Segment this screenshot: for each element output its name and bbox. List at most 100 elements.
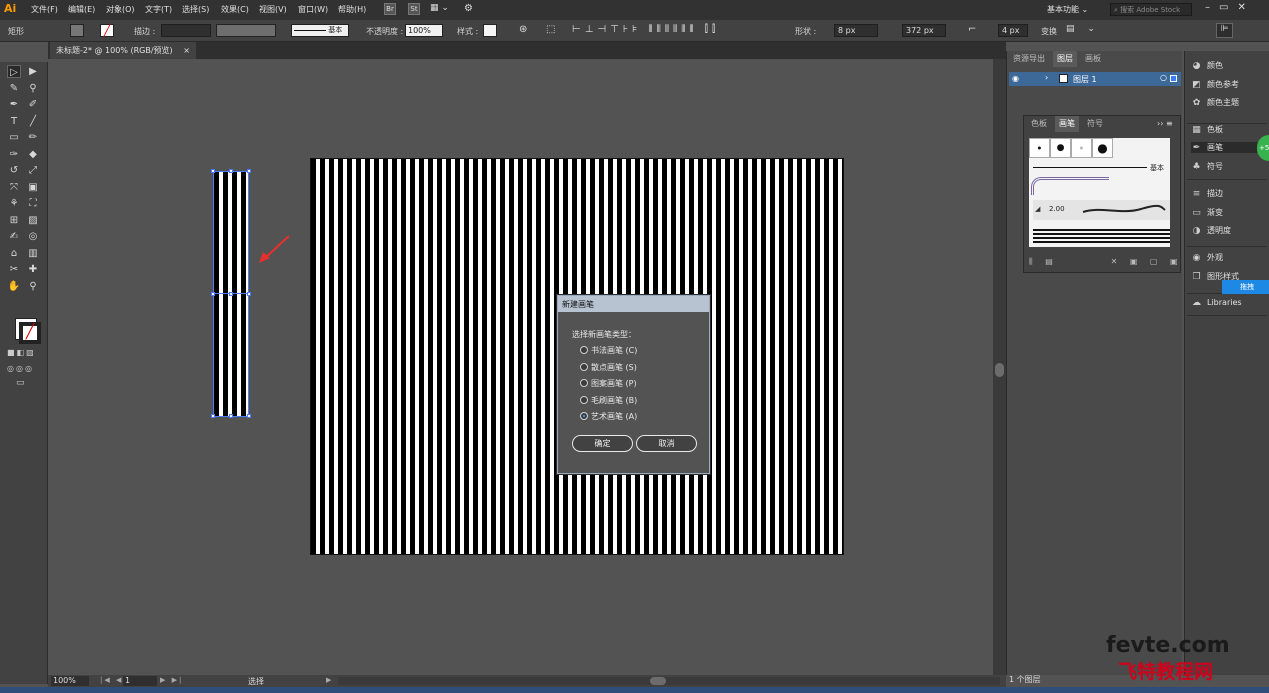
selection-handle[interactable] xyxy=(211,292,215,296)
selection-handle[interactable] xyxy=(229,292,233,296)
tool-button[interactable]: ▨ xyxy=(26,214,40,227)
tool-button[interactable]: ▶ xyxy=(26,65,40,78)
tool-button[interactable]: ⤧ xyxy=(7,181,21,194)
brush-definition-select[interactable]: 基本 xyxy=(291,24,349,37)
art-brush-stripes[interactable] xyxy=(1033,228,1170,243)
tool-button[interactable]: ▭ xyxy=(7,131,21,144)
bridge-icon[interactable]: Br xyxy=(384,3,396,15)
tool-button[interactable]: T xyxy=(7,115,21,128)
tool-button[interactable]: ⚲ xyxy=(26,82,40,95)
opacity-field[interactable]: 100% xyxy=(405,24,443,37)
dock-item[interactable]: ♣ 符号 xyxy=(1191,161,1223,172)
drag-helper-badge[interactable]: 拖拽 xyxy=(1222,280,1269,294)
radio-button[interactable] xyxy=(580,362,588,371)
tool-button[interactable]: ▥ xyxy=(26,247,40,260)
selection-handle[interactable] xyxy=(211,169,215,173)
brush-type-option[interactable]: 书法画笔 (C) xyxy=(580,345,637,356)
pattern-brush-sample[interactable] xyxy=(1031,177,1109,195)
radio-button[interactable] xyxy=(580,412,588,420)
stock-icon[interactable]: St xyxy=(408,3,420,15)
align-buttons[interactable]: ⊢⊥⊣⊤⊦⊧ ⫴⫴⫴⫴⫴⫴ ⫿⫿ xyxy=(572,24,719,35)
brush-type-option[interactable]: 艺术画笔 (A) xyxy=(580,411,637,422)
tool-button[interactable]: ✐ xyxy=(26,98,40,111)
stroke-color-box[interactable]: ╱ xyxy=(19,322,41,344)
transform-icons[interactable]: ▤ ⌄ xyxy=(1066,24,1100,34)
tool-button[interactable]: ⛶ xyxy=(26,197,40,210)
tool-button[interactable]: ✎ xyxy=(7,82,21,95)
tool-button[interactable]: ↺ xyxy=(7,164,21,177)
brush-panel-footer-icons[interactable]: ⫼ ▤ ✕ ▣ ▢ ▣ xyxy=(1029,257,1183,267)
ok-button[interactable]: 确定 xyxy=(572,435,633,452)
eye-icon[interactable]: ◉ xyxy=(1012,74,1019,83)
dock-item[interactable]: ◑ 透明度 xyxy=(1191,225,1231,236)
dock-item[interactable]: ◩ 颜色参考 xyxy=(1191,79,1239,90)
tool-button[interactable]: ⚘ xyxy=(7,197,21,210)
stock-search-input[interactable]: ⌕ 搜索 Adobe Stock xyxy=(1110,3,1192,16)
close-tab-icon[interactable]: × xyxy=(183,46,190,55)
tool-button[interactable]: ⌂ xyxy=(7,247,21,260)
brush-dot-icon[interactable]: ● xyxy=(1071,138,1092,158)
basic-brush-stroke[interactable] xyxy=(1033,167,1147,168)
radio-button[interactable] xyxy=(580,379,588,387)
dock-item[interactable]: ✿ 颜色主题 xyxy=(1191,97,1239,108)
brushes-panel-tab[interactable]: 符号 xyxy=(1083,116,1107,132)
gpu-performance-icon[interactable]: ⚙ xyxy=(464,3,478,15)
layers-panel-tab[interactable]: 图层 xyxy=(1053,51,1077,67)
panel-menu-icon[interactable]: ⊫ xyxy=(1216,23,1233,38)
brush-dot-icon[interactable]: ● xyxy=(1092,138,1113,158)
brush-library-list[interactable]: ● ● ● ● 基本 ◢ 2.00 xyxy=(1029,138,1170,247)
panel-collapse-icon[interactable]: ›› ≡ xyxy=(1157,119,1173,128)
transform-link[interactable]: 变换 xyxy=(1041,26,1057,37)
menu-item[interactable]: 视图(V) xyxy=(259,4,287,15)
layer-row[interactable]: ◉ › 图层 1 ○ xyxy=(1009,72,1181,86)
color-mode-buttons[interactable]: ■◧▨ xyxy=(7,348,41,358)
dock-item[interactable]: ▦ 色板 xyxy=(1191,124,1223,135)
selection-indicator[interactable] xyxy=(1170,75,1177,82)
tool-button[interactable]: ✚ xyxy=(26,263,40,276)
brushes-panel-tab[interactable]: 色板 xyxy=(1027,116,1051,132)
corner-radius-field[interactable]: 4 px xyxy=(998,24,1028,37)
dock-item[interactable]: ◕ 颜色 xyxy=(1191,60,1223,71)
menu-item[interactable]: 对象(O) xyxy=(106,4,135,15)
selection-handle[interactable] xyxy=(229,169,233,173)
screen-mode-button[interactable]: ▭ xyxy=(16,378,32,388)
horizontal-scroll-thumb[interactable] xyxy=(650,677,666,685)
tab-document[interactable]: 未标题-2* @ 100% (RGB/预览) × xyxy=(50,42,196,59)
calligraphic-brush-row[interactable]: ◢ 2.00 xyxy=(1033,200,1170,220)
tool-button[interactable]: ⚲ xyxy=(26,280,40,293)
workspace-switcher[interactable]: 基本功能 ⌄ xyxy=(1047,4,1088,15)
horizontal-scrollbar[interactable] xyxy=(338,677,1000,685)
selection-handle[interactable] xyxy=(247,414,251,418)
drawing-mode-buttons[interactable]: ◎◎◎ xyxy=(7,364,41,374)
shape-height-field[interactable]: 372 px xyxy=(902,24,946,37)
tool-button[interactable]: ✍ xyxy=(7,230,21,243)
menu-item[interactable]: 窗口(W) xyxy=(298,4,328,15)
dock-item[interactable]: ▭ 渐变 xyxy=(1191,207,1223,218)
vertical-scrollbar[interactable] xyxy=(993,59,1006,675)
shape-width-field[interactable]: 8 px xyxy=(834,24,878,37)
zoom-field[interactable]: 100% xyxy=(51,676,89,686)
graphic-style-swatch[interactable] xyxy=(483,24,497,37)
menu-item[interactable]: 效果(C) xyxy=(221,4,249,15)
menu-item[interactable]: 选择(S) xyxy=(182,4,209,15)
tool-button[interactable]: ✑ xyxy=(7,148,21,161)
dock-item[interactable]: ✒ 画笔 xyxy=(1191,142,1263,153)
menu-item[interactable]: 帮助(H) xyxy=(338,4,366,15)
menu-item[interactable]: 文字(T) xyxy=(145,4,172,15)
tool-button[interactable]: ▷ xyxy=(7,65,21,78)
fill-swatch[interactable] xyxy=(70,24,84,37)
menu-item[interactable]: 文件(F) xyxy=(31,4,58,15)
tool-button[interactable]: ✋ xyxy=(7,280,21,293)
expand-layer-icon[interactable]: › xyxy=(1045,73,1048,82)
recolor-artwork-icon[interactable]: ⊛ xyxy=(519,24,527,35)
brush-type-option[interactable]: 毛刷画笔 (B) xyxy=(580,395,637,406)
tool-button[interactable]: ✂ xyxy=(7,263,21,276)
scroll-thumb[interactable] xyxy=(995,363,1004,377)
tool-button[interactable]: ⤢ xyxy=(26,164,40,177)
align-to-icon[interactable]: ⬚ xyxy=(546,24,555,35)
layers-panel-tab[interactable]: 资源导出 xyxy=(1009,51,1049,67)
radio-button[interactable] xyxy=(580,395,588,404)
brush-dot-icon[interactable]: ● xyxy=(1029,138,1050,158)
artboard-nav-prev[interactable]: |◀ ◀ xyxy=(100,676,123,684)
target-icon[interactable]: ○ xyxy=(1160,73,1167,82)
